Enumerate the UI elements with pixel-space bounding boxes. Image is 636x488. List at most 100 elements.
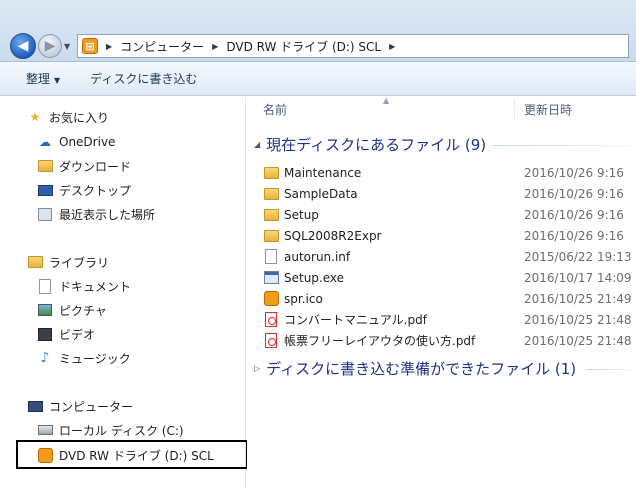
folder-icon	[263, 186, 279, 202]
nav-item-label: ローカル ディスク (C:)	[59, 423, 184, 438]
expand-triangle-icon: ▷	[254, 363, 261, 373]
group-header-current-files[interactable]: ◢ 現在ディスクにあるファイル (9)	[254, 134, 486, 154]
folder-icon	[263, 207, 279, 223]
nav-item-label: ビデオ	[59, 327, 96, 342]
cloud-icon: ☁	[39, 135, 51, 149]
nav-item-recent-places[interactable]: 最近表示した場所	[37, 204, 155, 224]
file-row[interactable]: コンバートマニュアル.pdf 2016/10/25 21:48	[263, 309, 636, 330]
group-header-label: ディスクに書き込む準備ができたファイル (1)	[266, 359, 577, 378]
back-arrow-icon: ◀	[17, 38, 29, 54]
music-note-icon: ♪	[40, 350, 50, 366]
nav-item-onedrive[interactable]: ☁ OneDrive	[37, 132, 115, 152]
file-modified-date: 2016/10/26 9:16	[524, 165, 624, 180]
desktop-icon	[37, 182, 53, 198]
folder-icon	[263, 165, 279, 181]
nav-computer[interactable]: コンピューター	[27, 396, 133, 416]
nav-item-label: ピクチャ	[59, 303, 107, 318]
column-header-date[interactable]: 更新日時	[524, 97, 572, 121]
file-row[interactable]: 帳票フリーレイアウタの使い方.pdf 2016/10/25 21:48	[263, 330, 636, 351]
nav-libraries[interactable]: ライブラリ	[27, 252, 109, 272]
file-row[interactable]: SQL2008R2Expr 2016/10/26 9:16	[263, 225, 636, 246]
group-divider	[587, 369, 632, 370]
ico-file-icon	[263, 291, 279, 307]
nav-item-label: ドキュメント	[59, 279, 132, 294]
nav-item-videos[interactable]: ビデオ	[37, 324, 95, 344]
star-icon: ★	[29, 110, 41, 124]
back-button[interactable]: ◀	[10, 33, 36, 59]
burn-to-disc-button[interactable]: ディスクに書き込む	[90, 70, 197, 87]
forward-button[interactable]: ▶	[38, 34, 62, 58]
pdf-icon	[263, 312, 279, 328]
file-list-pane: ▲ 名前 更新日時 ◢ 現在ディスクにあるファイル (9) Maintenanc…	[247, 96, 636, 488]
file-row[interactable]: Setup.exe 2016/10/17 14:09	[263, 267, 636, 288]
file-modified-date: 2016/10/25 21:48	[524, 333, 632, 348]
nav-item-label: デスクトップ	[59, 183, 132, 198]
pdf-icon	[263, 333, 279, 349]
file-name: SampleData	[284, 186, 358, 201]
address-box[interactable]: ⊞ ▶ コンピューター ▶ DVD RW ドライブ (D:) SCL ▶	[77, 34, 629, 58]
nav-item-local-disk-c[interactable]: ローカル ディスク (C:)	[37, 420, 184, 440]
file-row[interactable]: autorun.inf 2015/06/22 19:13	[263, 246, 636, 267]
group-header-label: 現在ディスクにあるファイル (9)	[266, 135, 487, 154]
hard-drive-icon	[37, 422, 53, 438]
nav-item-label: 最近表示した場所	[59, 207, 156, 222]
breadcrumb-dvd-drive[interactable]: DVD RW ドライブ (D:) SCL	[226, 38, 381, 55]
breadcrumb-separator-icon[interactable]: ▶	[106, 42, 112, 51]
nav-item-downloads[interactable]: ダウンロード	[37, 156, 131, 176]
dvd-drive-icon: ⊞	[82, 38, 98, 54]
file-modified-date: 2016/10/25 21:49	[524, 291, 632, 306]
nav-item-label: ミュージック	[59, 351, 131, 366]
file-name: Setup	[284, 207, 319, 222]
sort-ascending-icon: ▲	[383, 96, 390, 105]
nav-item-label: OneDrive	[59, 135, 116, 149]
column-header-date-label: 更新日時	[524, 102, 573, 117]
file-name: 帳票フリーレイアウタの使い方.pdf	[284, 334, 476, 348]
breadcrumb-separator-icon[interactable]: ▶	[212, 42, 218, 51]
file-name: Setup.exe	[284, 270, 345, 285]
nav-item-label: ダウンロード	[59, 159, 132, 174]
nav-item-label: DVD RW ドライブ (D:) SCL	[59, 448, 214, 463]
exe-icon	[263, 270, 279, 286]
group-header-pending-files[interactable]: ▷ ディスクに書き込む準備ができたファイル (1)	[254, 358, 576, 378]
chevron-down-icon: ▼	[54, 76, 61, 85]
document-icon	[37, 278, 53, 294]
navigation-pane: ★ お気に入り ☁ OneDrive ダウンロード デスクトップ 最近表示した場…	[0, 97, 248, 488]
nav-computer-label: コンピューター	[49, 399, 134, 414]
column-header-name[interactable]: 名前	[263, 97, 287, 121]
nav-item-music[interactable]: ♪ ミュージック	[37, 348, 131, 368]
command-bar: 整理 ▼ ディスクに書き込む	[0, 62, 636, 96]
file-name: autorun.inf	[284, 249, 351, 264]
forward-arrow-icon: ▶	[44, 38, 56, 54]
nav-item-desktop[interactable]: デスクトップ	[37, 180, 131, 200]
column-header-name-label: 名前	[263, 102, 288, 117]
recent-places-icon	[37, 206, 53, 222]
settings-file-icon	[263, 249, 279, 265]
folder-icon	[263, 228, 279, 244]
nav-item-pictures[interactable]: ピクチャ	[37, 300, 107, 320]
collapse-triangle-icon: ◢	[254, 139, 261, 149]
column-divider[interactable]	[514, 99, 515, 119]
nav-favorites-label: お気に入り	[49, 110, 110, 125]
file-row[interactable]: Setup 2016/10/26 9:16	[263, 204, 636, 225]
downloads-folder-icon	[37, 158, 53, 174]
file-name: Maintenance	[284, 165, 362, 180]
file-row[interactable]: spr.ico 2016/10/25 21:49	[263, 288, 636, 309]
history-dropdown-icon[interactable]: ▼	[64, 42, 70, 51]
organize-button[interactable]: 整理 ▼	[26, 70, 60, 87]
dvd-drive-icon	[37, 447, 53, 463]
group-divider	[492, 145, 632, 146]
address-bar-area: ◀ ▶ ▼ ⊞ ▶ コンピューター ▶ DVD RW ドライブ (D:) SCL…	[0, 0, 636, 62]
file-row[interactable]: SampleData 2016/10/26 9:16	[263, 183, 636, 204]
file-modified-date: 2016/10/26 9:16	[524, 207, 624, 222]
nav-item-dvd-drive-d[interactable]: DVD RW ドライブ (D:) SCL	[37, 445, 214, 465]
breadcrumb-computer[interactable]: コンピューター	[120, 38, 204, 55]
nav-favorites[interactable]: ★ お気に入り	[27, 107, 109, 127]
organize-label: 整理	[26, 72, 51, 86]
file-name: コンバートマニュアル.pdf	[284, 313, 427, 327]
file-modified-date: 2016/10/25 21:48	[524, 312, 632, 327]
breadcrumb-separator-icon[interactable]: ▶	[389, 42, 395, 51]
nav-item-documents[interactable]: ドキュメント	[37, 276, 131, 296]
file-name: spr.ico	[284, 291, 323, 306]
file-row[interactable]: Maintenance 2016/10/26 9:16	[263, 162, 636, 183]
file-modified-date: 2016/10/26 9:16	[524, 186, 624, 201]
